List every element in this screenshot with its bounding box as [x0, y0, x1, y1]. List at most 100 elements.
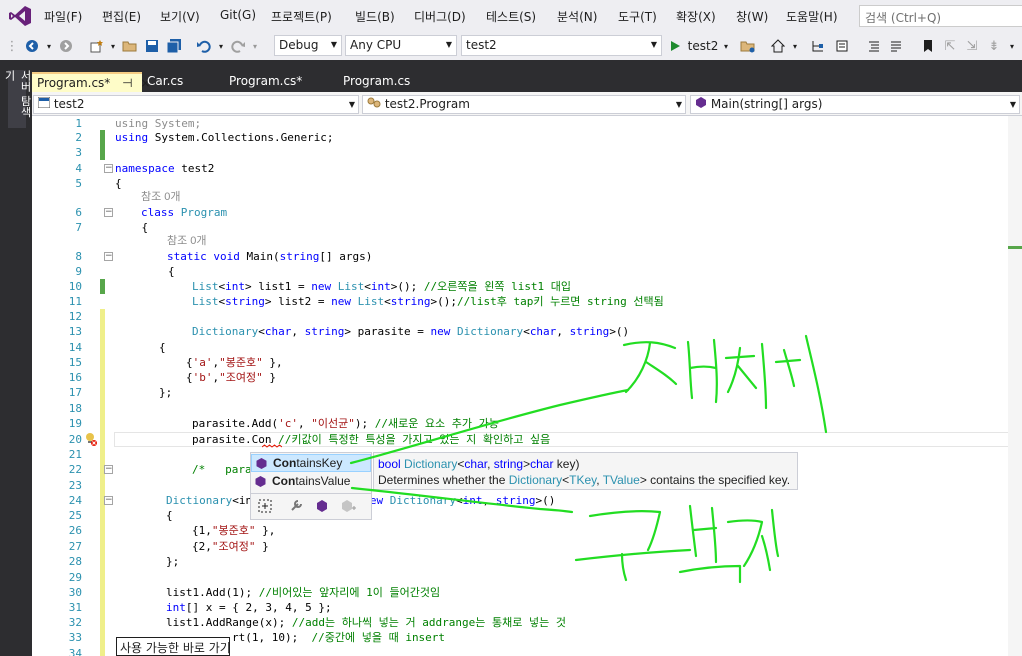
redo-dropdown-icon[interactable]: ▾	[250, 36, 260, 56]
line-number: 33	[68, 631, 82, 644]
wrench-filter-icon[interactable]	[289, 499, 303, 513]
completion-divider	[251, 493, 371, 494]
startup-project-select[interactable]: test2 ▼	[461, 35, 662, 56]
collapse-icon[interactable]: −	[104, 208, 113, 217]
reference-count-lens[interactable]: 참조 0개	[141, 190, 181, 205]
method-description: Determines whether the Dictionary<TKey, …	[378, 473, 791, 487]
format-document-icon[interactable]	[864, 36, 884, 56]
visual-studio-logo-icon[interactable]	[8, 5, 32, 27]
vertical-scrollbar[interactable]	[1008, 116, 1022, 656]
class-dropdown[interactable]: test2.Program ▼	[362, 95, 686, 114]
document-tabs: Program.cs* ⊣ × Car.cs Program.cs* Progr…	[32, 60, 1022, 92]
collapse-icon[interactable]: −	[104, 465, 113, 474]
collapse-icon[interactable]: −	[104, 252, 113, 261]
code-line-27: {2,"조여정" }	[192, 540, 269, 553]
undo-dropdown-icon[interactable]: ▾	[216, 36, 226, 56]
line-number: 34	[68, 647, 82, 656]
collapse-icon[interactable]: −	[104, 496, 113, 505]
reference-count-lens[interactable]: 참조 0개	[167, 234, 207, 249]
menu-analyze[interactable]: 분석(N)	[557, 8, 597, 25]
back-icon[interactable]	[22, 36, 42, 56]
code-line-15: {'a',"봉준호" },	[186, 356, 283, 369]
redo-icon[interactable]	[228, 36, 248, 56]
tab-program-cs-2[interactable]: Program.cs*	[224, 72, 338, 92]
collapse-icon[interactable]: −	[104, 164, 113, 173]
line-number: 29	[68, 571, 82, 584]
line-number: 7	[75, 221, 82, 234]
completion-item-containskey[interactable]: ContainsKey	[251, 454, 371, 472]
next-bookmark-icon[interactable]: ⇲	[962, 36, 982, 56]
navigation-bar: test2 ▼ test2.Program ▼ Main(string[] ar…	[32, 92, 1022, 116]
comment-lines-icon[interactable]	[886, 36, 906, 56]
code-line-30: list1.Add(1); //비어있는 앞자리에 1이 들어간것임	[166, 586, 441, 599]
expand-filter-icon[interactable]	[258, 499, 272, 513]
menu-test[interactable]: 테스트(S)	[486, 8, 536, 25]
line-number: 9	[75, 265, 82, 278]
new-dropdown-icon[interactable]: ▾	[108, 36, 118, 56]
saved-change-bar	[100, 130, 105, 160]
method-name: Main(string[] args)	[710, 97, 823, 111]
menu-file[interactable]: 파일(F)	[44, 8, 82, 25]
platform-select[interactable]: Any CPU ▼	[345, 35, 457, 56]
search-input[interactable]: 검색 (Ctrl+Q)	[859, 5, 1022, 27]
menu-edit[interactable]: 편집(E)	[102, 8, 141, 25]
menu-extensions[interactable]: 확장(X)	[676, 8, 716, 25]
code-line-31: int[] x = { 2, 3, 4, 5 };	[166, 601, 332, 614]
toolbar-overflow-icon[interactable]: ▾	[1006, 36, 1018, 56]
properties-icon[interactable]	[832, 36, 852, 56]
browse-folder-icon[interactable]	[738, 36, 758, 56]
menu-help[interactable]: 도움말(H)	[786, 8, 838, 25]
open-folder-icon[interactable]	[120, 36, 140, 56]
pin-icon[interactable]: ⊣	[122, 76, 132, 90]
start-dropdown-icon[interactable]: ▾	[721, 36, 731, 56]
project-dropdown[interactable]: test2 ▼	[33, 95, 359, 114]
menu-bar: 파일(F) 편집(E) 보기(V) Git(G) 프로젝트(P) 빌드(B) 디…	[0, 0, 1022, 32]
home-dropdown-icon[interactable]: ▾	[790, 36, 800, 56]
save-icon[interactable]	[142, 36, 162, 56]
tab-program-cs-3[interactable]: Program.cs	[338, 72, 446, 92]
tab-program-cs-active[interactable]: Program.cs* ⊣ ×	[32, 72, 150, 92]
code-line-20[interactable]: parasite.Con //키값이 특정한 특성을 가지고 있는 지 확인하고…	[192, 432, 550, 447]
line-number: 13	[68, 325, 82, 338]
method-filter-icon[interactable]	[315, 499, 329, 513]
startup-project-value: test2	[466, 38, 497, 52]
server-explorer-tab[interactable]: 서버 탐색기	[3, 70, 32, 128]
error-squiggle	[262, 444, 282, 448]
menu-view[interactable]: 보기(V)	[160, 8, 200, 25]
menu-project[interactable]: 프로젝트(P)	[271, 8, 332, 25]
menu-window[interactable]: 창(W)	[736, 8, 768, 25]
line-number: 14	[68, 341, 82, 354]
undo-icon[interactable]	[194, 36, 214, 56]
configuration-select[interactable]: Debug ▼	[274, 35, 342, 56]
line-number: 11	[68, 295, 82, 308]
scroll-marker	[1008, 246, 1022, 249]
prev-bookmark-icon[interactable]: ⇱	[940, 36, 960, 56]
forward-icon[interactable]	[56, 36, 76, 56]
intellisense-completion-list[interactable]: ContainsKey ContainsValue	[250, 452, 372, 520]
solution-explorer-icon[interactable]	[808, 36, 828, 56]
extension-method-filter-icon[interactable]	[341, 499, 357, 513]
clear-bookmarks-icon[interactable]: ⇟	[984, 36, 1004, 56]
code-line-19: parasite.Add('c', "이선균"); //새로운 요소 추가 가능	[192, 417, 499, 430]
code-line-2: using System.Collections.Generic;	[115, 131, 334, 144]
back-dropdown-icon[interactable]: ▾	[44, 36, 54, 56]
platform-value: Any CPU	[350, 38, 402, 52]
code-editor[interactable]: 1 2 3 4 5 6 7 8 9 10 11 12 13 14 15 16 1…	[32, 116, 1022, 656]
tab-car-cs[interactable]: Car.cs	[142, 72, 224, 92]
line-number: 27	[68, 540, 82, 553]
lightbulb-error-icon[interactable]	[84, 432, 98, 446]
menu-debug[interactable]: 디버그(D)	[414, 8, 466, 25]
menu-build[interactable]: 빌드(B)	[355, 8, 395, 25]
home-icon[interactable]	[768, 36, 788, 56]
start-icon[interactable]	[665, 36, 685, 56]
line-number: 23	[68, 479, 82, 492]
code-line-24: Dictionary<in	[166, 494, 253, 507]
new-project-icon[interactable]	[86, 36, 106, 56]
bookmark-icon[interactable]	[918, 36, 938, 56]
start-label[interactable]: test2	[687, 36, 719, 56]
save-all-icon[interactable]	[164, 36, 184, 56]
method-dropdown[interactable]: Main(string[] args) ▼	[690, 95, 1020, 114]
menu-git[interactable]: Git(G)	[220, 8, 256, 22]
completion-item-containsvalue[interactable]: ContainsValue	[251, 473, 371, 491]
menu-tools[interactable]: 도구(T)	[618, 8, 657, 25]
